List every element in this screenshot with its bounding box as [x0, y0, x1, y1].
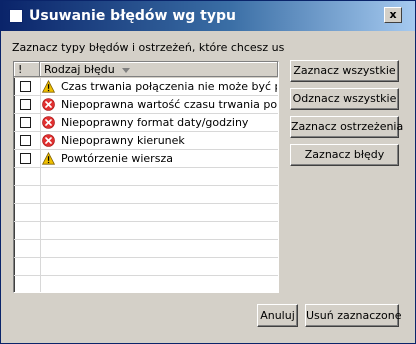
cancel-button[interactable]: Anuluj [257, 304, 298, 327]
error-type-label: Niepoprawna wartość czasu trwania połącz… [61, 98, 277, 111]
error-type-label: Powtórzenie wiersza [61, 152, 173, 165]
list-item[interactable]: Czas trwania połączenia nie może być pus… [14, 78, 278, 96]
select-all-button[interactable]: Zaznacz wszystkie [290, 60, 399, 82]
empty-row [14, 222, 278, 240]
error-type-label: Niepoprawny format daty/godziny [61, 116, 249, 129]
window-title: Usuwanie błędów wg typu [29, 8, 236, 24]
error-icon [42, 134, 55, 147]
column-divider [40, 222, 41, 240]
column-divider [40, 276, 41, 292]
row-checkbox[interactable] [20, 135, 31, 146]
close-button[interactable]: x [384, 7, 402, 23]
empty-row [14, 186, 278, 204]
error-type-label: Niepoprawny kierunek [61, 134, 185, 147]
column-divider [40, 168, 41, 186]
row-checkbox[interactable] [20, 153, 31, 164]
error-icon [42, 116, 55, 129]
column-header-severity[interactable]: ! [14, 62, 40, 77]
list-item[interactable]: Niepoprawny kierunek [14, 132, 278, 150]
row-checkbox[interactable] [20, 99, 31, 110]
delete-selected-button[interactable]: Usuń zaznaczone [305, 304, 402, 327]
dialog-window: Usuwanie błędów wg typu x Zaznacz typy b… [0, 0, 416, 344]
instruction-text: Zaznacz typy błędów i ostrzeżeń, które c… [12, 41, 284, 54]
column-divider [40, 96, 41, 114]
empty-row [14, 276, 278, 292]
empty-row [14, 168, 278, 186]
error-type-list[interactable]: ! Rodzaj błędu Czas trwania połączenia n… [13, 61, 279, 293]
column-divider [40, 114, 41, 132]
select-warnings-button[interactable]: Zaznacz ostrzeżenia [290, 116, 403, 138]
list-header: ! Rodzaj błędu [14, 62, 278, 78]
empty-row [14, 240, 278, 258]
warning-icon [41, 151, 56, 165]
sort-arrow-icon [121, 67, 130, 73]
error-type-label: Czas trwania połączenia nie może być pus… [61, 80, 277, 93]
column-divider [40, 204, 41, 222]
column-divider [40, 78, 41, 96]
list-item[interactable]: Powtórzenie wiersza [14, 150, 278, 168]
warning-icon [41, 79, 56, 93]
column-divider [40, 258, 41, 276]
error-icon [42, 98, 55, 111]
deselect-all-button[interactable]: Odznacz wszystkie [290, 88, 399, 110]
row-checkbox[interactable] [20, 117, 31, 128]
window-icon [9, 9, 23, 23]
empty-row [14, 204, 278, 222]
title-bar[interactable]: Usuwanie błędów wg typu x [1, 1, 415, 31]
column-divider [40, 150, 41, 168]
list-item[interactable]: Niepoprawna wartość czasu trwania połącz… [14, 96, 278, 114]
column-header-label: Rodzaj błędu [44, 63, 115, 76]
column-header-error-type[interactable]: Rodzaj błędu [40, 62, 278, 77]
column-divider [40, 132, 41, 150]
row-checkbox[interactable] [20, 81, 31, 92]
list-item[interactable]: Niepoprawny format daty/godziny [14, 114, 278, 132]
column-divider [40, 240, 41, 258]
column-divider [40, 186, 41, 204]
select-errors-button[interactable]: Zaznacz błędy [290, 144, 399, 166]
empty-row [14, 258, 278, 276]
